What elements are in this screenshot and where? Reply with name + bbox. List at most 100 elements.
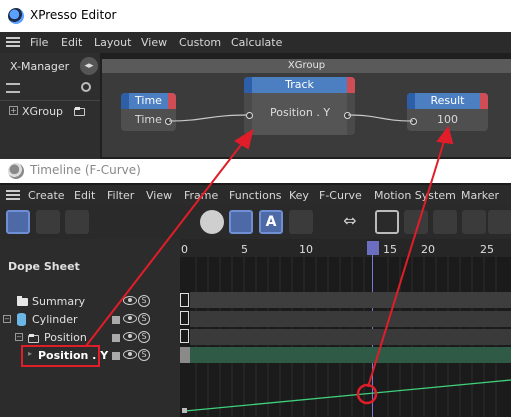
keyframe-marker[interactable] <box>180 347 190 363</box>
frame-15: 15 <box>383 243 397 256</box>
output-port-bar[interactable] <box>168 93 176 109</box>
menu-file[interactable]: File <box>30 36 48 49</box>
menu-marker[interactable]: Marker <box>461 189 499 202</box>
menu-create[interactable]: Create <box>28 189 65 202</box>
result-node-header[interactable]: Result <box>407 93 488 109</box>
keyframe-marker[interactable] <box>180 311 189 325</box>
track-output-port[interactable] <box>344 112 351 119</box>
keyframe-marker[interactable] <box>180 329 189 343</box>
menu-filter[interactable]: Filter <box>107 189 134 202</box>
solo-icon[interactable]: S <box>138 295 150 307</box>
frame-0: 0 <box>181 243 188 256</box>
row-cylinder[interactable]: − Cylinder S <box>0 311 180 329</box>
animated-filter-icon[interactable]: A <box>259 210 283 234</box>
menu-calculate[interactable]: Calculate <box>231 36 282 49</box>
hierarchy-icon[interactable] <box>229 210 253 234</box>
xpresso-titlebar: XPresso Editor <box>0 0 511 32</box>
input-port-bar[interactable] <box>407 93 415 109</box>
collapse-icon[interactable]: − <box>15 333 23 341</box>
arrows-horizontal-icon[interactable]: ⇔ <box>338 210 362 234</box>
window-title: XPresso Editor <box>30 8 117 22</box>
panel-toggle-icon[interactable]: ◂▸ <box>80 57 98 75</box>
timeline-title: Timeline (F-Curve) <box>30 163 141 177</box>
menu-edit[interactable]: Edit <box>61 36 82 49</box>
track-node-title: Track <box>285 78 314 91</box>
time-output-port[interactable] <box>165 118 172 125</box>
dopesheet-grid[interactable] <box>180 239 511 417</box>
hamburger-menu-icon[interactable] <box>6 37 20 47</box>
visibility-eye-icon[interactable] <box>123 350 137 359</box>
input-port-bar[interactable] <box>244 77 252 93</box>
solo-icon[interactable]: S <box>138 331 150 343</box>
collapse-icon[interactable]: − <box>3 315 11 323</box>
tree-item-xgroup[interactable]: XGroup <box>22 105 63 118</box>
visibility-eye-icon[interactable] <box>123 296 137 305</box>
xpresso-menubar: File Edit Layout View Custom Calculate <box>0 32 511 53</box>
menu-key[interactable]: Key <box>289 189 309 202</box>
frame-20: 20 <box>421 243 435 256</box>
frame-ruler[interactable] <box>180 239 511 257</box>
menu-view[interactable]: View <box>141 36 167 49</box>
timeline-toolbar: A ⇔ <box>0 206 511 239</box>
person-icon[interactable] <box>289 210 313 234</box>
menu-fcurve[interactable]: F-Curve <box>319 189 362 202</box>
menu-custom[interactable]: Custom <box>179 36 221 49</box>
summary-track[interactable] <box>190 292 511 308</box>
xmanager-label: X-Manager <box>10 60 70 73</box>
time-node[interactable]: Time Time <box>121 93 176 131</box>
key-icon[interactable] <box>404 210 428 234</box>
edit-icon[interactable] <box>112 316 120 324</box>
position-label: Position <box>44 331 87 344</box>
list-menu-icon[interactable] <box>6 83 20 93</box>
position-y-track[interactable] <box>190 347 511 363</box>
track-node-body: Position . Y <box>244 93 355 135</box>
record-icon[interactable] <box>433 210 457 234</box>
output-port-bar[interactable] <box>480 93 488 109</box>
timeline-menubar: Create Edit Filter View Frame Functions … <box>0 185 511 206</box>
track-port-label: Position . Y <box>270 106 331 119</box>
menu-view[interactable]: View <box>146 189 172 202</box>
frame-10: 10 <box>299 243 313 256</box>
time-cursor-handle[interactable] <box>367 241 379 255</box>
visibility-eye-icon[interactable] <box>123 332 137 341</box>
menu-functions[interactable]: Functions <box>229 189 282 202</box>
dope-sheet-label: Dope Sheet <box>8 260 80 273</box>
expand-icon[interactable]: + <box>9 106 18 115</box>
hamburger-menu-icon[interactable] <box>6 190 20 200</box>
track-node-header[interactable]: Track <box>244 77 355 93</box>
result-node[interactable]: Result 100 <box>407 93 488 131</box>
track-input-port[interactable] <box>246 112 253 119</box>
edit-icon[interactable] <box>112 334 120 342</box>
position-track[interactable] <box>190 329 511 345</box>
menu-motion-system[interactable]: Motion System <box>374 189 456 202</box>
motion-mode-icon[interactable] <box>65 210 89 234</box>
lock-icon[interactable] <box>462 210 486 234</box>
edit-icon[interactable] <box>112 352 120 360</box>
cylinder-track[interactable] <box>190 311 511 327</box>
cinema4d-logo-icon <box>8 163 24 179</box>
solo-icon[interactable]: S <box>138 313 150 325</box>
input-port-bar[interactable] <box>121 93 129 109</box>
track-node[interactable]: Track Position . Y <box>244 77 355 135</box>
fcurve-mode-icon[interactable] <box>36 210 60 234</box>
menu-frame[interactable]: Frame <box>184 189 218 202</box>
menu-edit[interactable]: Edit <box>74 189 95 202</box>
menu-layout[interactable]: Layout <box>94 36 131 49</box>
annotation-highlight-box <box>21 345 100 367</box>
result-node-body: 100 <box>407 109 488 131</box>
time-node-header[interactable]: Time <box>121 93 176 109</box>
sphere-icon[interactable] <box>200 210 224 234</box>
frame-selected-icon[interactable] <box>375 210 399 234</box>
search-icon[interactable] <box>81 82 91 92</box>
keyframe-marker[interactable] <box>180 293 189 307</box>
result-input-port[interactable] <box>410 118 417 125</box>
row-summary[interactable]: Summary S <box>0 293 180 311</box>
dope-sheet-mode-icon[interactable] <box>6 210 30 234</box>
flask-icon[interactable] <box>488 210 511 234</box>
timeline-titlebar: Timeline (F-Curve) <box>0 159 511 183</box>
solo-icon[interactable]: S <box>138 349 150 361</box>
visibility-eye-icon[interactable] <box>123 314 137 323</box>
output-port-bar[interactable] <box>347 77 355 93</box>
divider <box>0 100 100 101</box>
summary-label: Summary <box>32 295 86 308</box>
